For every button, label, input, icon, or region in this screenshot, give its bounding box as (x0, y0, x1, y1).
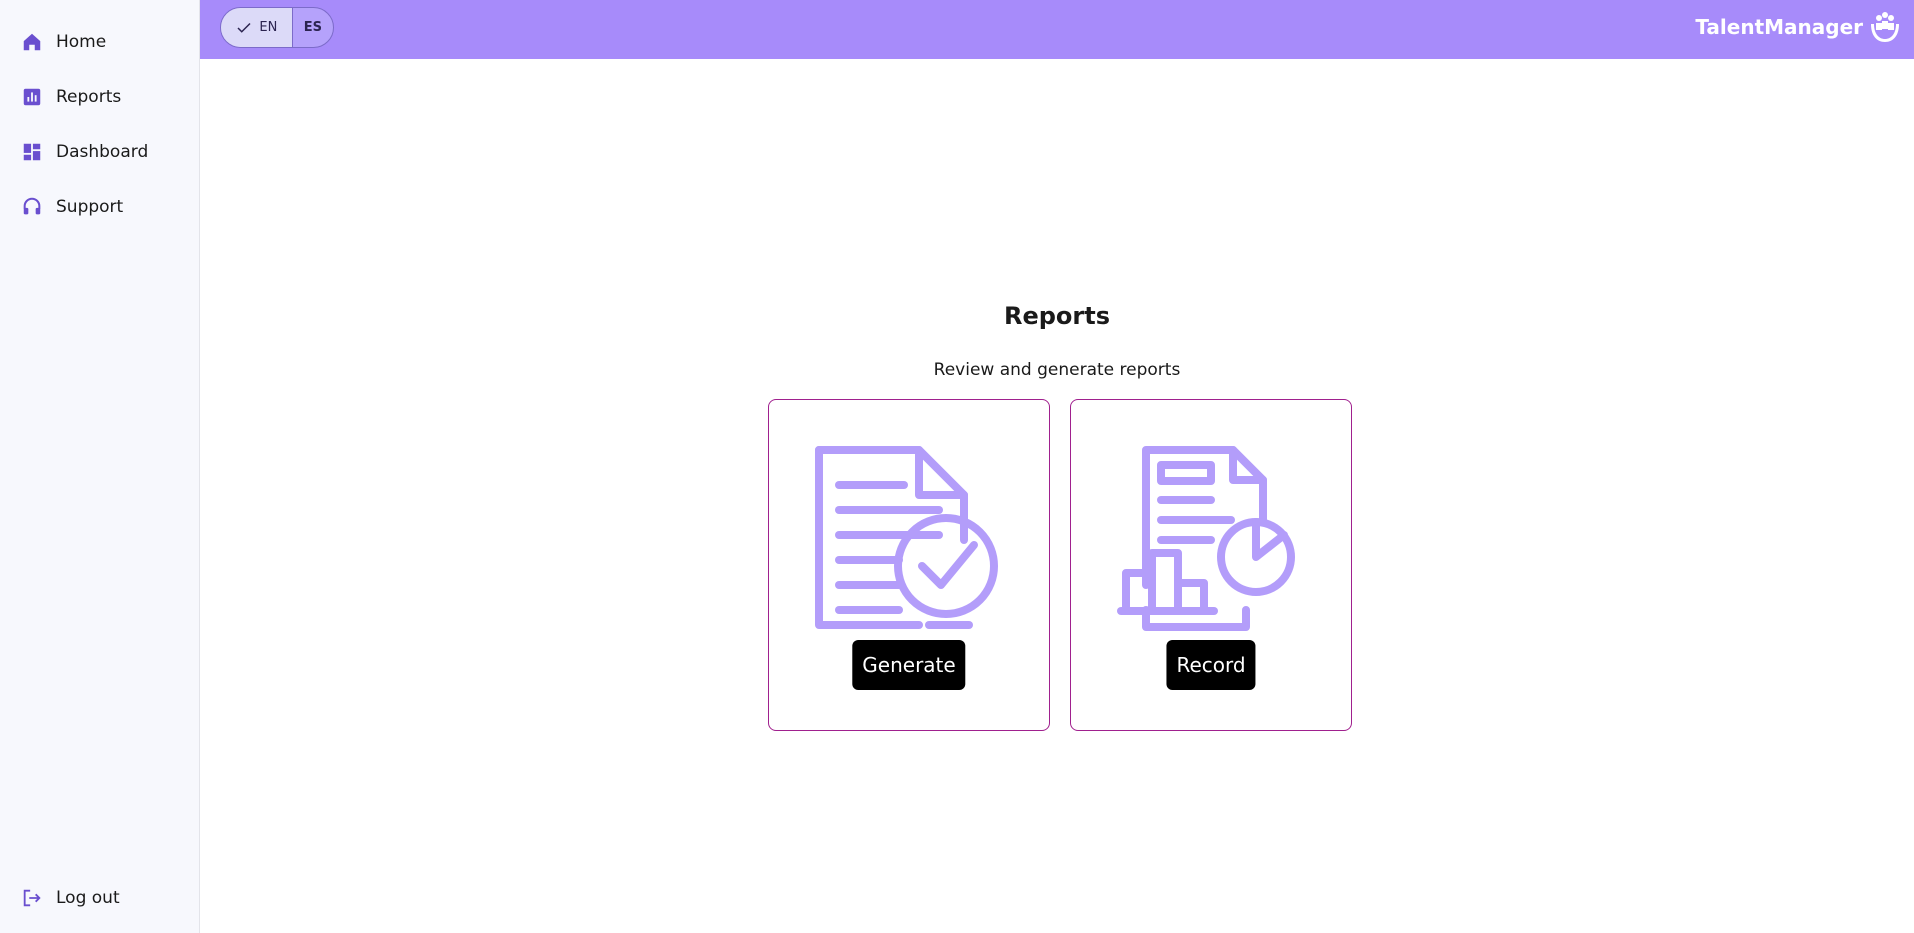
app-root: Home Reports Dashboard Support Log out E… (0, 0, 1914, 933)
lang-option-es[interactable]: ES (293, 8, 333, 47)
logout-button[interactable]: Log out (20, 882, 185, 914)
sidebar: Home Reports Dashboard Support Log out (0, 0, 200, 933)
lang-es-label: ES (303, 20, 322, 35)
record-button[interactable]: Record (1166, 640, 1256, 690)
sidebar-item-label: Home (56, 32, 107, 52)
brand-name: TalentManager (1695, 15, 1863, 39)
logout-icon (20, 886, 44, 910)
check-icon (237, 22, 251, 33)
dashboard-icon (20, 140, 44, 164)
sidebar-item-dashboard[interactable]: Dashboard (20, 136, 185, 168)
generate-button[interactable]: Generate (852, 640, 966, 690)
top-bar: EN ES TalentManager (200, 0, 1914, 59)
sidebar-item-label: Reports (56, 87, 122, 107)
page-subtitle: Review and generate reports (933, 360, 1181, 380)
sidebar-item-label: Dashboard (56, 142, 149, 162)
logout-label: Log out (56, 888, 120, 908)
sidebar-item-support[interactable]: Support (20, 191, 185, 223)
lang-option-en[interactable]: EN (221, 8, 293, 47)
hands-people-icon (1871, 12, 1899, 42)
sidebar-item-reports[interactable]: Reports (20, 81, 185, 113)
page-title: Reports (1003, 302, 1111, 330)
sidebar-item-label: Support (56, 197, 124, 217)
brand-logo: TalentManager (1695, 9, 1901, 45)
bar-chart-icon (20, 85, 44, 109)
document-chart-icon (1117, 446, 1295, 631)
generate-report-card[interactable]: Generate (768, 399, 1050, 731)
document-check-icon (815, 446, 998, 629)
record-report-card[interactable]: Record (1070, 399, 1352, 731)
lang-en-label: EN (259, 20, 278, 35)
language-toggle: EN ES (220, 7, 334, 48)
home-icon (20, 30, 44, 54)
headset-icon (20, 195, 44, 219)
sidebar-item-home[interactable]: Home (20, 26, 185, 58)
